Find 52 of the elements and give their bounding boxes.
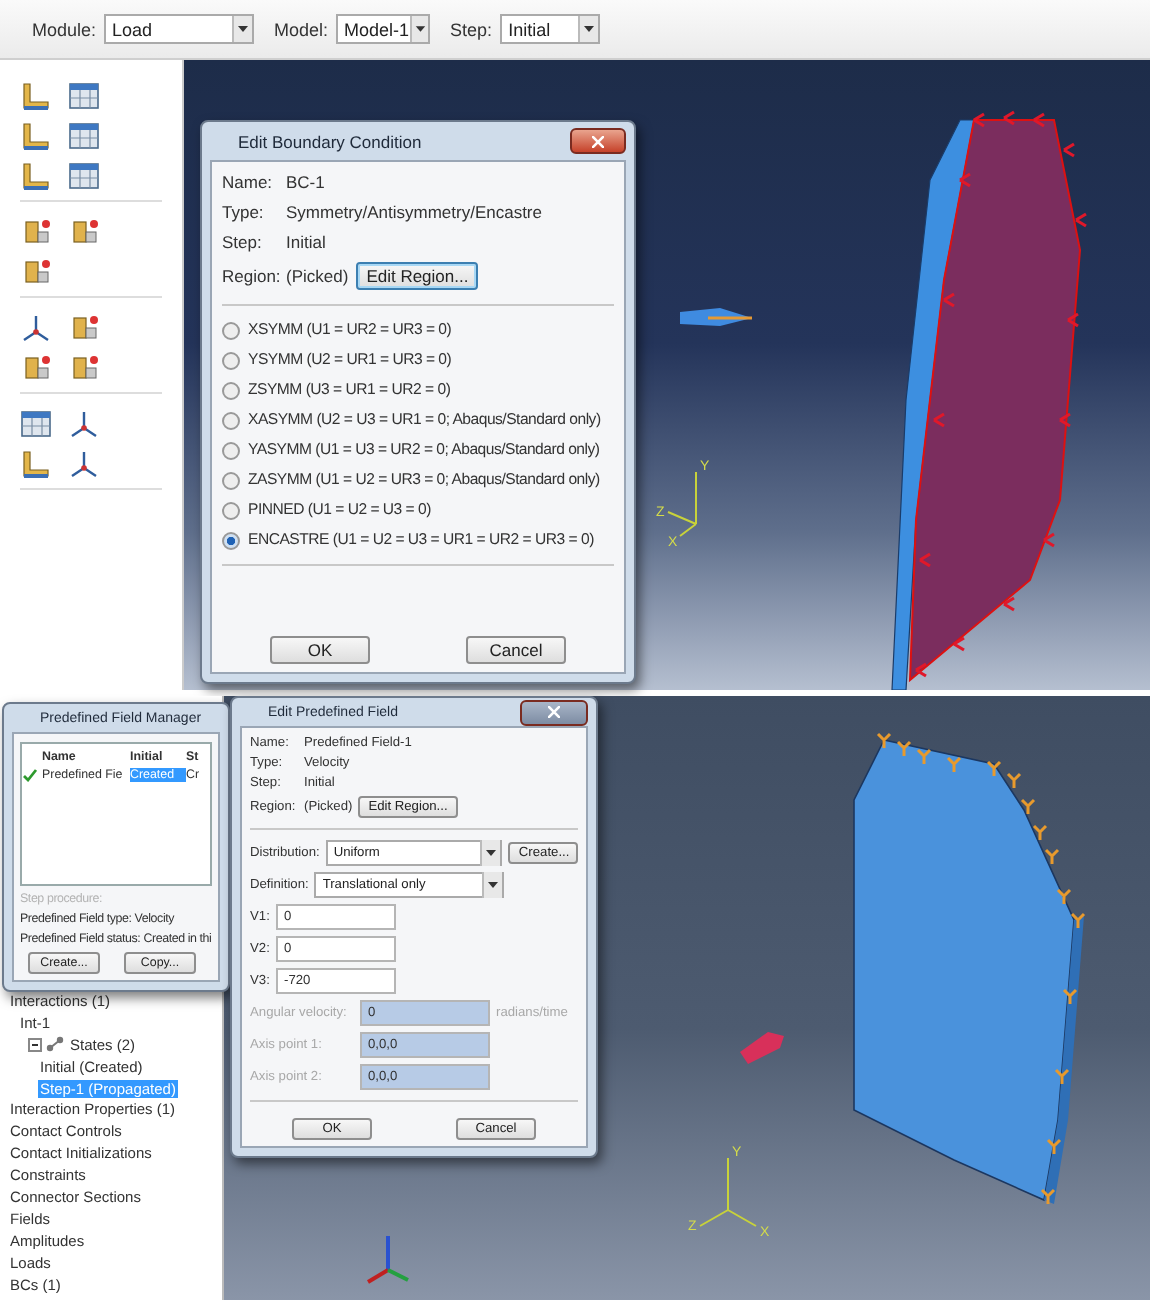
small-part-drawing — [740, 1032, 784, 1064]
color-triad-icon — [366, 1236, 409, 1284]
field-value: BC-1 — [286, 172, 325, 192]
field-value: Initial — [286, 232, 326, 252]
blocks-icon[interactable] — [68, 352, 100, 384]
blocks-icon[interactable] — [68, 216, 100, 248]
context-label: Step: — [450, 19, 493, 39]
close-icon — [592, 135, 604, 147]
close-button[interactable] — [570, 128, 626, 154]
context-select[interactable]: Initial — [500, 14, 601, 44]
beam-icon[interactable] — [20, 80, 52, 112]
states-icon — [46, 1036, 64, 1053]
expander-icon[interactable] — [28, 1037, 42, 1052]
dialog-button[interactable]: OK — [270, 636, 370, 664]
field-label: Step: — [222, 232, 264, 252]
close-button[interactable] — [520, 699, 588, 725]
axes-icon[interactable] — [20, 312, 52, 344]
field-value: (Picked) — [286, 266, 349, 286]
context-label: Model: — [274, 19, 329, 39]
dialog-title: Edit Boundary Condition — [236, 131, 422, 151]
context-select[interactable]: Model-1 — [336, 14, 431, 44]
blocks-icon[interactable] — [20, 256, 52, 288]
context-select[interactable]: Load — [104, 14, 255, 44]
grid-icon[interactable] — [68, 120, 100, 152]
field-label: Name: — [222, 172, 275, 192]
radio-icon[interactable] — [222, 411, 240, 429]
beam-icon[interactable] — [20, 160, 52, 192]
grid-icon[interactable] — [68, 80, 100, 112]
radio-icon[interactable] — [222, 321, 240, 339]
grid-icon[interactable] — [20, 408, 52, 440]
axes-icon[interactable] — [68, 448, 100, 480]
edit-region-button[interactable]: Edit Region... — [356, 262, 479, 290]
radio-icon[interactable] — [222, 441, 240, 459]
dialog-button[interactable]: Cancel — [466, 636, 566, 664]
close-icon — [548, 706, 560, 718]
radio-icon[interactable] — [222, 381, 240, 399]
field-value: Symmetry/Antisymmetry/Encastre — [286, 202, 542, 222]
radio-icon[interactable] — [222, 531, 240, 549]
context-label: Module: — [32, 19, 97, 39]
field-label: Type: — [222, 202, 266, 222]
axes-icon[interactable] — [68, 408, 100, 440]
blocks-icon[interactable] — [20, 216, 52, 248]
blocks-icon[interactable] — [68, 312, 100, 344]
radio-icon[interactable] — [222, 501, 240, 519]
beam-icon[interactable] — [20, 120, 52, 152]
radio-icon[interactable] — [222, 471, 240, 489]
radio-icon[interactable] — [222, 351, 240, 369]
small-part-drawing — [680, 308, 752, 326]
grid-icon[interactable] — [68, 160, 100, 192]
beam-icon[interactable] — [20, 448, 52, 480]
field-label: Region: — [222, 266, 278, 286]
blocks-icon[interactable] — [20, 352, 52, 384]
